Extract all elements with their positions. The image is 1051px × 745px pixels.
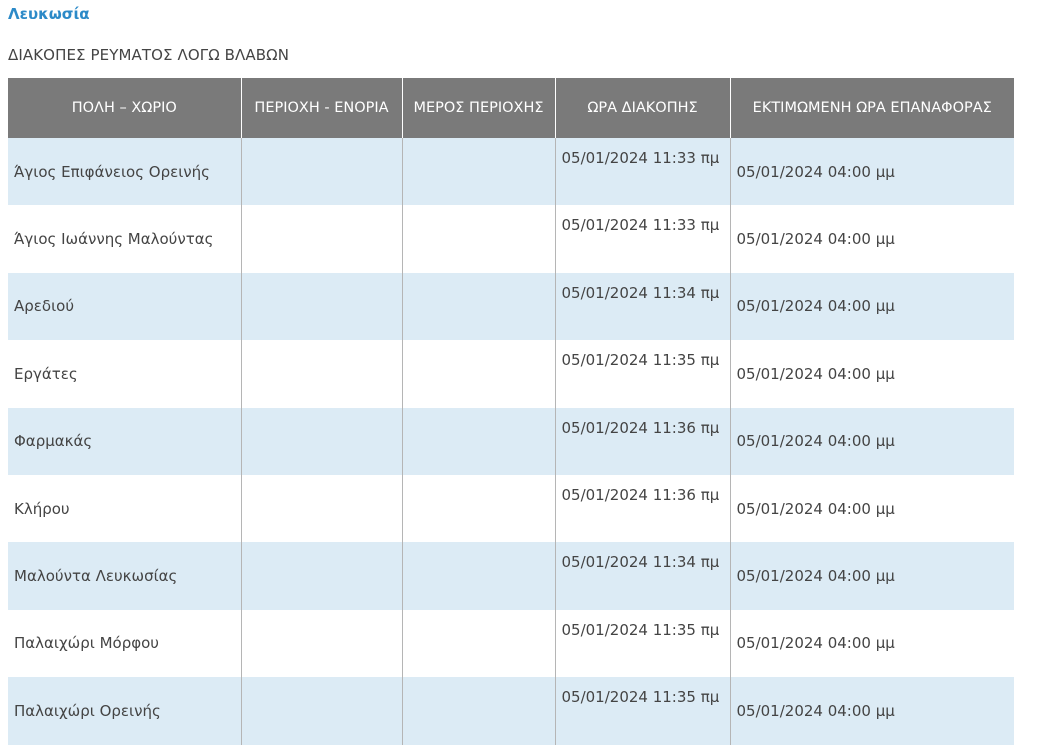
table-row: Φαρμακάς 05/01/2024 11:36 πμ 05/01/2024 04… [8, 407, 1014, 475]
cell-outage-time: 05/01/2024 11:35 πμ [554, 340, 730, 408]
table-row: Άγιος Επιφάνειος Ορεινής 05/01/2024 11:33… [8, 138, 1014, 206]
table-row: Άγιος Ιωάννης Μαλούντας 05/01/2024 11:33 … [8, 205, 1014, 273]
cell-estimated-restore-time: 05/01/2024 04:00 μμ [729, 205, 1014, 273]
cell-area-part [401, 205, 555, 273]
table-header-row: ΠΟΛΗ – ΧΩΡΙΟ ΠΕΡΙΟΧΗ - ΕΝΟΡΙΑ ΜΕΡΟΣ ΠΕΡΙ… [8, 78, 1014, 138]
table-row: Αρεδιού 05/01/2024 11:34 πμ 05/01/2024 04:… [8, 272, 1014, 341]
section-heading: ΔΙΑΚΟΠΕΣ ΡΕΥΜΑΤΟΣ ΛΟΓΩ ΒΛΑΒΩΝ [8, 46, 290, 64]
cell-estimated-restore-time: 05/01/2024 04:00 μμ [729, 609, 1014, 678]
cell-area-part [401, 272, 555, 341]
cell-city-village: Παλαιχώρι Ορεινής [8, 677, 241, 745]
cell-area-parish [240, 205, 402, 273]
cell-city-village: Κλήρου [8, 474, 241, 543]
cell-area-parish [240, 677, 402, 745]
cell-area-part [401, 609, 555, 678]
cell-outage-time: 05/01/2024 11:34 πμ [554, 272, 730, 341]
column-header-area-part: ΜΕΡΟΣ ΠΕΡΙΟΧΗΣ [401, 78, 555, 138]
column-header-estimated-restore-time: ΕΚΤΙΜΩΜΕΝΗ ΩΡΑ ΕΠΑΝΑΦΟΡΑΣ [729, 78, 1014, 138]
column-header-area-parish: ΠΕΡΙΟΧΗ - ΕΝΟΡΙΑ [240, 78, 402, 138]
cell-city-village: Μαλούντα Λευκωσίας [8, 542, 241, 610]
cell-estimated-restore-time: 05/01/2024 04:00 μμ [729, 677, 1014, 745]
table-row: Παλαιχώρι Ορεινής 05/01/2024 11:35 πμ 05/0… [8, 677, 1014, 745]
cell-estimated-restore-time: 05/01/2024 04:00 μμ [729, 407, 1014, 475]
cell-area-parish [240, 340, 402, 408]
cell-area-part [401, 677, 555, 745]
cell-estimated-restore-time: 05/01/2024 04:00 μμ [729, 542, 1014, 610]
cell-area-part [401, 340, 555, 408]
cell-city-village: Εργάτες [8, 340, 241, 408]
cell-area-part [401, 407, 555, 475]
table-row: Μαλούντα Λευκωσίας 05/01/2024 11:34 πμ 05/… [8, 542, 1014, 610]
cell-city-village: Άγιος Επιφάνειος Ορεινής [8, 138, 241, 206]
cell-area-part [401, 542, 555, 610]
cell-city-village: Αρεδιού [8, 272, 241, 341]
cell-outage-time: 05/01/2024 11:35 πμ [554, 677, 730, 745]
cell-estimated-restore-time: 05/01/2024 04:00 μμ [729, 340, 1014, 408]
cell-area-parish [240, 609, 402, 678]
cell-area-part [401, 138, 555, 206]
cell-area-parish [240, 138, 402, 206]
cell-area-parish [240, 407, 402, 475]
cell-estimated-restore-time: 05/01/2024 04:00 μμ [729, 138, 1014, 206]
cell-outage-time: 05/01/2024 11:35 πμ [554, 609, 730, 678]
cell-city-village: Φαρμακάς [8, 407, 241, 475]
cell-area-parish [240, 272, 402, 341]
cell-city-village: Παλαιχώρι Μόρφου [8, 609, 241, 678]
table-row: Παλαιχώρι Μόρφου 05/01/2024 11:35 πμ 05/01… [8, 609, 1014, 678]
cell-outage-time: 05/01/2024 11:34 πμ [554, 542, 730, 610]
cell-area-parish [240, 542, 402, 610]
cell-outage-time: 05/01/2024 11:36 πμ [554, 474, 730, 543]
cell-city-village: Άγιος Ιωάννης Μαλούντας [8, 205, 241, 273]
region-title-link[interactable]: Λευκωσία [8, 5, 90, 23]
outages-table: ΠΟΛΗ – ΧΩΡΙΟ ΠΕΡΙΟΧΗ - ΕΝΟΡΙΑ ΜΕΡΟΣ ΠΕΡΙ… [8, 78, 1014, 745]
cell-outage-time: 05/01/2024 11:36 πμ [554, 407, 730, 475]
cell-outage-time: 05/01/2024 11:33 πμ [554, 138, 730, 206]
cell-outage-time: 05/01/2024 11:33 πμ [554, 205, 730, 273]
table-row: Κλήρου 05/01/2024 11:36 πμ 05/01/2024 04:0… [8, 474, 1014, 543]
table-row: Εργάτες 05/01/2024 11:35 πμ 05/01/2024 04:… [8, 340, 1014, 408]
column-header-outage-time: ΩΡΑ ΔΙΑΚΟΠΗΣ [554, 78, 730, 138]
cell-estimated-restore-time: 05/01/2024 04:00 μμ [729, 272, 1014, 341]
cell-estimated-restore-time: 05/01/2024 04:00 μμ [729, 474, 1014, 543]
cell-area-parish [240, 474, 402, 543]
column-header-city-village: ΠΟΛΗ – ΧΩΡΙΟ [8, 78, 241, 138]
cell-area-part [401, 474, 555, 543]
